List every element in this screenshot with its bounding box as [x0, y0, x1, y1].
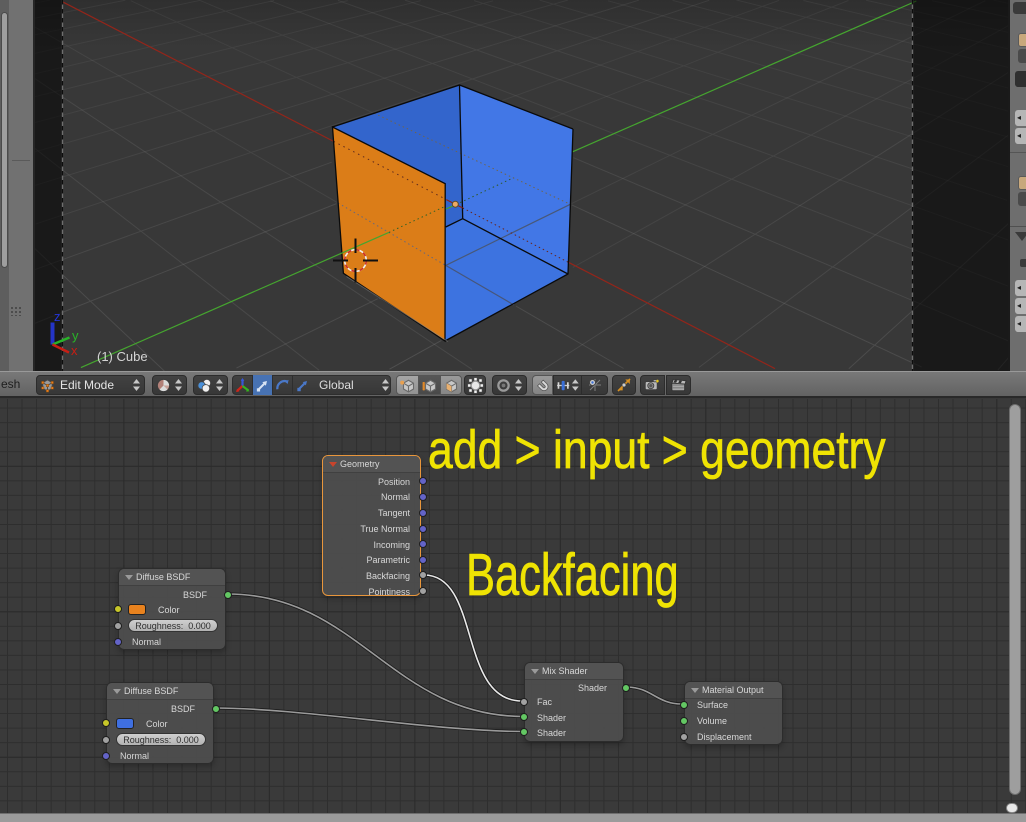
svg-text:(1) Cube: (1) Cube — [97, 349, 148, 364]
svg-text:y: y — [72, 328, 79, 343]
svg-text:z: z — [54, 309, 61, 324]
svg-text:x: x — [71, 343, 78, 358]
